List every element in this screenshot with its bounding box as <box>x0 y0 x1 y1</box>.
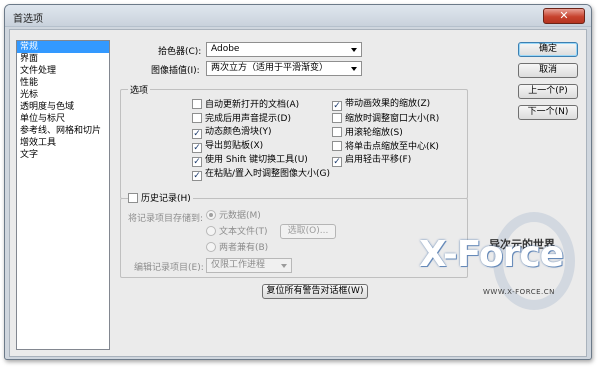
option-auto-update-docs[interactable]: 自动更新打开的文档(A) <box>192 99 299 111</box>
option-zoom-resizes-windows[interactable]: 缩放时调整窗口大小(R) <box>332 113 439 125</box>
category-list[interactable]: 常规 界面 文件处理 性能 光标 透明度与色域 单位与标尺 参考线、网格和切片 … <box>16 40 110 350</box>
category-item-plugins[interactable]: 增效工具 <box>17 137 109 149</box>
radio-text-file[interactable]: 文本文件(T) <box>206 226 268 238</box>
category-item-file-handling[interactable]: 文件处理 <box>17 65 109 77</box>
radio-button[interactable] <box>206 226 216 236</box>
options-group-title: 选项 <box>128 83 151 96</box>
checkbox[interactable] <box>192 113 202 123</box>
checkbox-checked[interactable]: ✓ <box>192 157 202 167</box>
checkbox[interactable] <box>332 113 342 123</box>
radio-both[interactable]: 两者兼有(B) <box>206 242 268 254</box>
option-shift-tool-switch[interactable]: ✓ 使用 Shift 键切换工具(U) <box>192 155 308 167</box>
window-title: 首选项 <box>13 14 43 25</box>
ok-button[interactable]: 确定 <box>518 42 578 57</box>
watermark-brand: X-Force <box>419 234 564 275</box>
category-item-cursors[interactable]: 光标 <box>17 89 109 101</box>
interpolation-value: 两次立方（适用于平滑渐变） <box>211 63 329 73</box>
watermark-logo: 异次元的世界 X-Force WWW.X-FORCE.CN <box>415 210 575 328</box>
option-resize-on-paste[interactable]: ✓ 在粘贴/置入时调整图像大小(G) <box>192 169 330 181</box>
edit-log-items-select[interactable]: 仅限工作进程 <box>206 258 292 273</box>
option-zoom-clicked-point-center[interactable]: 将单击点缩放至中心(K) <box>332 141 439 153</box>
color-picker-select[interactable]: Adobe <box>206 42 362 57</box>
title-bar[interactable]: 首选项 ✕ <box>5 5 591 27</box>
checkbox[interactable] <box>332 141 342 151</box>
choose-file-button[interactable]: 选取(O)... <box>280 224 336 239</box>
color-picker-label: 拾色器(C): <box>158 47 202 57</box>
option-export-clipboard[interactable]: ✓ 导出剪贴板(X) <box>192 141 263 153</box>
next-button[interactable]: 下一个(N) <box>518 105 578 120</box>
checkbox[interactable] <box>192 99 202 109</box>
reset-warning-dialogs-button[interactable]: 复位所有警告对话框(W) <box>262 284 368 299</box>
checkbox-checked[interactable]: ✓ <box>192 143 202 153</box>
option-beep-when-done[interactable]: 完成后用声音提示(D) <box>192 113 291 125</box>
color-picker-value: Adobe <box>211 44 240 54</box>
checkbox-checked[interactable]: ✓ <box>192 129 202 139</box>
category-item-interface[interactable]: 界面 <box>17 53 109 65</box>
chevron-down-icon <box>281 264 287 268</box>
option-scroll-wheel-zoom[interactable]: 用滚轮缩放(S) <box>332 127 403 139</box>
history-log-toggle[interactable]: 历史记录(H) <box>128 193 193 205</box>
save-log-to-label: 将记录项目存储到: <box>128 214 204 224</box>
interpolation-label: 图像插值(I): <box>151 66 200 76</box>
option-flick-panning[interactable]: ✓ 启用轻击平移(F) <box>332 155 411 167</box>
checkbox[interactable] <box>332 127 342 137</box>
preferences-dialog: 首选项 ✕ 常规 界面 文件处理 性能 光标 透明度与色域 单位与标尺 参考线、… <box>4 4 592 360</box>
edit-log-items-label: 编辑记录项目(E): <box>134 263 204 273</box>
checkbox-checked[interactable]: ✓ <box>332 101 342 111</box>
edit-log-items-value: 仅限工作进程 <box>211 260 266 270</box>
cancel-button[interactable]: 取消 <box>518 63 578 78</box>
category-item-performance[interactable]: 性能 <box>17 77 109 89</box>
category-item-guides-grid-slices[interactable]: 参考线、网格和切片 <box>17 125 109 137</box>
radio-button[interactable] <box>206 242 216 252</box>
radio-metadata[interactable]: 元数据(M) <box>206 210 261 222</box>
category-item-transparency-gamut[interactable]: 透明度与色域 <box>17 101 109 113</box>
interpolation-select[interactable]: 两次立方（适用于平滑渐变） <box>206 61 362 76</box>
checkbox[interactable] <box>128 193 138 203</box>
watermark-url: WWW.X-FORCE.CN <box>483 288 555 296</box>
checkbox-checked[interactable]: ✓ <box>192 171 202 181</box>
previous-button[interactable]: 上一个(P) <box>518 84 578 99</box>
checkbox-checked[interactable]: ✓ <box>332 157 342 167</box>
chevron-down-icon <box>351 67 357 71</box>
option-dynamic-color-sliders[interactable]: ✓ 动态颜色滑块(Y) <box>192 127 272 139</box>
chevron-down-icon <box>351 48 357 52</box>
close-button[interactable]: ✕ <box>543 8 585 24</box>
category-item-general[interactable]: 常规 <box>17 41 109 53</box>
category-item-type[interactable]: 文字 <box>17 149 109 161</box>
option-animated-zoom[interactable]: ✓ 带动画效果的缩放(Z) <box>332 99 430 111</box>
radio-button-selected[interactable] <box>206 210 216 220</box>
category-item-units-rulers[interactable]: 单位与标尺 <box>17 113 109 125</box>
